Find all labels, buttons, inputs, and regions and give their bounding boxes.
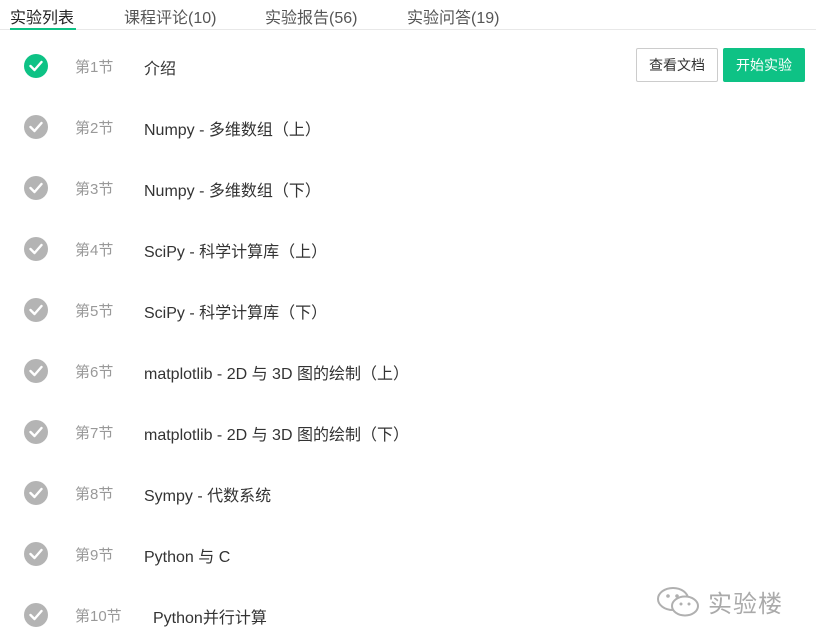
- tab-lab-qa[interactable]: 实验问答(19): [407, 4, 499, 30]
- lesson-title[interactable]: Numpy - 多维数组（上）: [144, 116, 321, 140]
- tab-course-comments[interactable]: 课程评论(10): [124, 4, 216, 30]
- lesson-title[interactable]: SciPy - 科学计算库（上）: [144, 238, 327, 262]
- watermark-text: 实验楼: [708, 591, 783, 618]
- tab-lab-reports[interactable]: 实验报告(56): [265, 4, 357, 30]
- lesson-title[interactable]: Python并行计算: [153, 604, 267, 628]
- lesson-number: 第7节: [75, 425, 114, 442]
- lesson-number: 第8节: [75, 486, 114, 503]
- lesson-number: 第9节: [75, 547, 114, 564]
- lesson-number: 第2节: [75, 120, 114, 137]
- lesson-row[interactable]: 第3节 Numpy - 多维数组（下）: [0, 158, 816, 219]
- lesson-number: 第5节: [75, 303, 114, 320]
- lesson-title[interactable]: matplotlib - 2D 与 3D 图的绘制（上）: [144, 360, 409, 384]
- lesson-number: 第1节: [75, 59, 114, 76]
- check-circle-icon: [24, 359, 48, 383]
- check-circle-icon: [24, 603, 48, 627]
- check-circle-icon: [24, 115, 48, 139]
- check-circle-icon: [24, 54, 48, 78]
- check-circle-icon: [24, 176, 48, 200]
- lesson-number: 第6节: [75, 364, 114, 381]
- start-lab-button[interactable]: 开始实验: [723, 48, 805, 82]
- check-circle-icon: [24, 237, 48, 261]
- lesson-number: 第10节: [75, 608, 122, 625]
- lesson-title[interactable]: matplotlib - 2D 与 3D 图的绘制（下）: [144, 421, 409, 445]
- check-circle-icon: [24, 542, 48, 566]
- tab-bar: 实验列表 课程评论(10) 实验报告(56) 实验问答(19): [0, 0, 816, 30]
- lesson-number: 第4节: [75, 242, 114, 259]
- check-circle-icon: [24, 298, 48, 322]
- lesson-number: 第3节: [75, 181, 114, 198]
- tab-lab-list[interactable]: 实验列表: [10, 4, 76, 30]
- check-circle-icon: [24, 420, 48, 444]
- lesson-row[interactable]: 第6节 matplotlib - 2D 与 3D 图的绘制（上）: [0, 341, 816, 402]
- check-circle-icon: [24, 481, 48, 505]
- lesson-title[interactable]: Python 与 C: [144, 543, 230, 567]
- lesson-row[interactable]: 第5节 SciPy - 科学计算库（下）: [0, 280, 816, 341]
- lesson-row[interactable]: 第9节 Python 与 C: [0, 524, 816, 585]
- lesson-row[interactable]: 第7节 matplotlib - 2D 与 3D 图的绘制（下）: [0, 402, 816, 463]
- lesson-row[interactable]: 第1节 介绍 查看文档 开始实验: [0, 36, 816, 97]
- lesson-title[interactable]: SciPy - 科学计算库（下）: [144, 299, 327, 323]
- lesson-title[interactable]: Sympy - 代数系统: [144, 482, 271, 506]
- lesson-title[interactable]: 介绍: [144, 55, 176, 79]
- lesson-row[interactable]: 第2节 Numpy - 多维数组（上）: [0, 97, 816, 158]
- view-doc-button[interactable]: 查看文档: [636, 48, 718, 82]
- lesson-row[interactable]: 第4节 SciPy - 科学计算库（上）: [0, 219, 816, 280]
- wechat-icon: [656, 586, 702, 623]
- lesson-row[interactable]: 第8节 Sympy - 代数系统: [0, 463, 816, 524]
- lesson-title[interactable]: Numpy - 多维数组（下）: [144, 177, 321, 201]
- lesson-list: 第1节 介绍 查看文档 开始实验 第2节 Numpy - 多维数组（上） 第3节…: [0, 36, 816, 641]
